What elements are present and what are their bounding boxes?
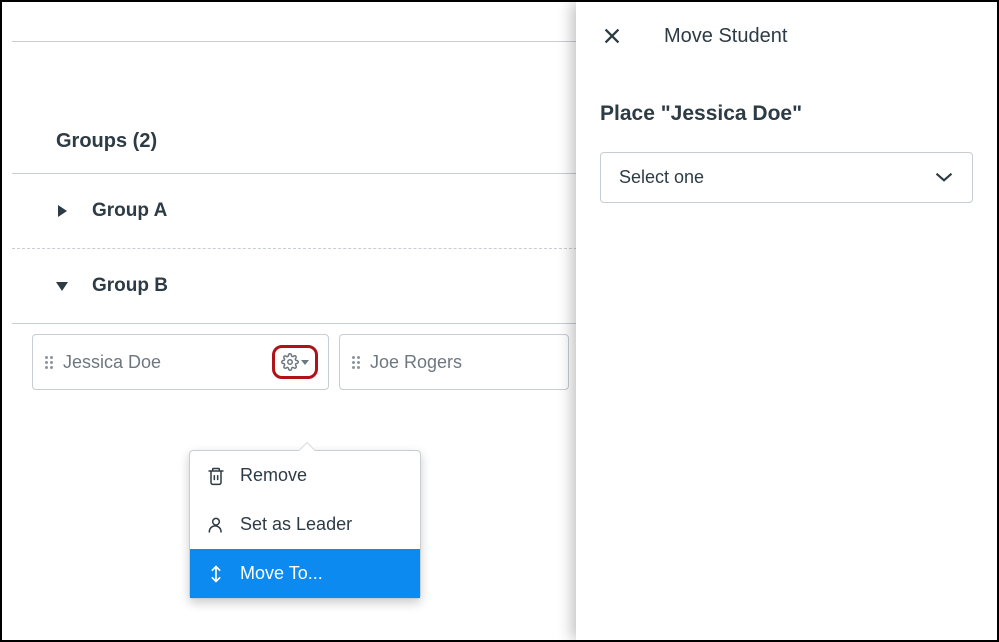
group-name: Group A: [92, 200, 167, 222]
close-button[interactable]: [600, 24, 624, 48]
groups-section: Groups (2) Group A Group B Jessica Doe: [2, 130, 577, 400]
student-card-joe[interactable]: Joe Rogers: [339, 334, 569, 390]
move-student-panel: Move Student Place "Jessica Doe" Select …: [576, 2, 997, 640]
dropdown-arrow-icon: [298, 443, 316, 452]
gear-icon: [281, 353, 299, 371]
student-options-button[interactable]: [272, 345, 318, 379]
menu-item-move-to[interactable]: Move To...: [190, 549, 420, 598]
menu-label: Set as Leader: [240, 514, 352, 535]
expand-icon-expanded[interactable]: [56, 280, 68, 292]
menu-label: Remove: [240, 465, 307, 486]
panel-title: Move Student: [664, 25, 787, 48]
student-name: Joe Rogers: [370, 352, 558, 373]
select-placeholder: Select one: [619, 167, 704, 188]
group-row-b[interactable]: Group B: [12, 249, 577, 324]
top-divider: [12, 2, 577, 42]
group-name: Group B: [92, 275, 168, 297]
student-options-menu: Remove Set as Leader Move To...: [189, 450, 421, 599]
student-name: Jessica Doe: [63, 352, 272, 373]
move-icon: [206, 564, 226, 584]
group-row-a[interactable]: Group A: [12, 174, 577, 249]
student-card-jessica[interactable]: Jessica Doe: [32, 334, 329, 390]
drag-handle-icon[interactable]: [352, 356, 360, 369]
caret-down-icon: [301, 360, 309, 365]
students-row: Jessica Doe Joe Rog: [2, 324, 577, 400]
panel-header: Move Student: [576, 2, 997, 68]
group-select-dropdown[interactable]: Select one: [600, 152, 973, 203]
menu-label: Move To...: [240, 563, 323, 584]
expand-icon-collapsed[interactable]: [56, 205, 68, 217]
groups-header: Groups (2): [12, 130, 577, 174]
place-student-label: Place "Jessica Doe": [576, 68, 997, 152]
drag-handle-icon[interactable]: [45, 356, 53, 369]
menu-item-remove[interactable]: Remove: [190, 451, 420, 500]
chevron-down-icon: [934, 167, 954, 188]
menu-item-set-leader[interactable]: Set as Leader: [190, 500, 420, 549]
user-icon: [206, 515, 226, 535]
trash-icon: [206, 466, 226, 486]
